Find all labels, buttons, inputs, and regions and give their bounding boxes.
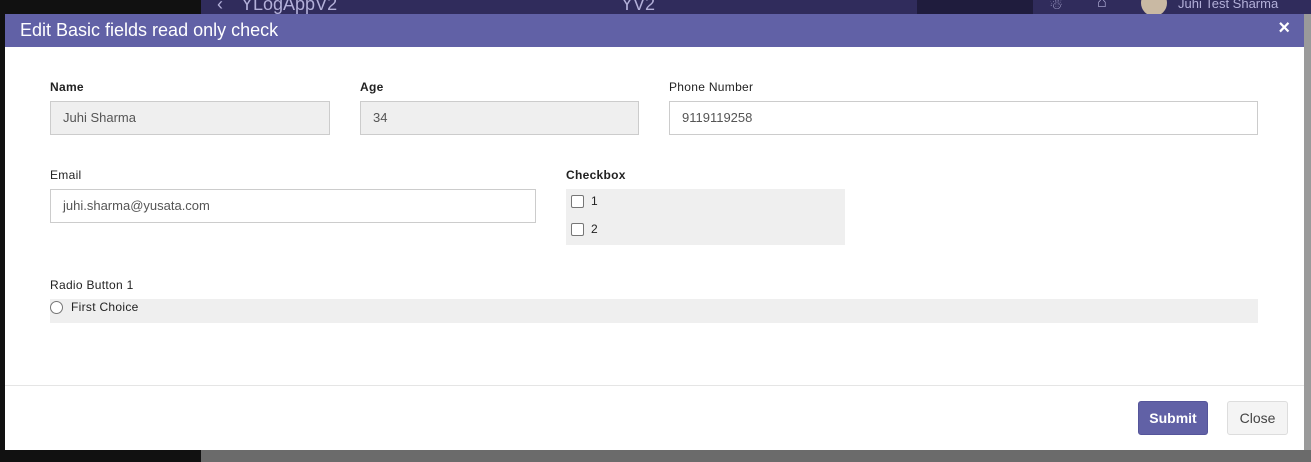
checkbox-option-2[interactable]: 2 [566,219,598,239]
checkbox-option-label: 2 [591,222,598,236]
radio-label: Radio Button 1 [50,278,134,292]
phone-label: Phone Number [669,80,754,94]
modal-title: Edit Basic fields read only check [20,20,279,40]
avatar[interactable] [1141,0,1167,14]
background-edge [1304,14,1311,450]
close-button[interactable]: Close [1227,401,1288,435]
checkbox-option-1[interactable]: 1 [566,191,598,211]
email-label: Email [50,168,82,182]
radio-option-label: First Choice [71,300,139,314]
checkbox-label: Checkbox [566,168,626,182]
background-app-title: YLogAppV2 [241,0,338,14]
background-clock [917,0,1033,14]
email-input[interactable]: juhi.sharma@yusata.com [50,189,536,223]
home-icon[interactable]: ⌂ [1097,0,1107,12]
checkbox-group: 1 2 [566,189,845,245]
edit-modal: Edit Basic fields read only check × Name… [5,14,1304,450]
age-field: 34 [360,101,639,135]
modal-header: Edit Basic fields read only check × [5,14,1304,47]
background-header: ‹ YLogAppV2 YV2 ☃ ⌂ Juhi Test Sharma [201,0,1311,14]
close-icon[interactable]: × [1278,17,1290,40]
footer-divider [5,385,1304,386]
background-user-name[interactable]: Juhi Test Sharma [1178,0,1278,11]
age-label: Age [360,80,384,94]
name-label: Name [50,80,84,94]
radio-group: First Choice [50,299,1258,323]
background-center-title: YV2 [621,0,656,14]
back-chevron-icon[interactable]: ‹ [217,0,223,14]
user-icon[interactable]: ☃ [1049,0,1063,14]
checkbox-option-label: 1 [591,194,598,208]
checkbox-2[interactable] [571,222,584,236]
name-field: Juhi Sharma [50,101,330,135]
radio-option-first-choice[interactable]: First Choice [50,297,139,317]
submit-button[interactable]: Submit [1138,401,1208,435]
radio-first-choice[interactable] [50,300,63,314]
checkbox-1[interactable] [571,194,584,208]
phone-input[interactable]: 9119119258 [669,101,1258,135]
